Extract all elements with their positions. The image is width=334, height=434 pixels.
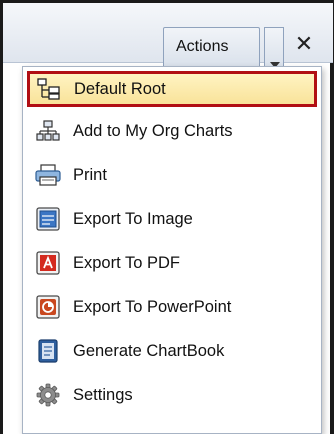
menu-item-label: Add to My Org Charts	[73, 121, 233, 140]
menu-item-export-to-image[interactable]: Export To Image	[29, 201, 315, 237]
org-tree-icon	[36, 77, 62, 101]
menu-item-label: Export To PowerPoint	[73, 297, 232, 316]
menu-item-settings[interactable]: Settings	[29, 377, 315, 413]
actions-dropdown-arrow[interactable]	[264, 27, 284, 71]
menu-item-label: Settings	[73, 385, 133, 404]
image-export-icon	[35, 207, 61, 231]
close-icon[interactable]: ✕	[293, 33, 315, 55]
menu-item-print[interactable]: Print	[29, 157, 315, 193]
org-chart-add-icon	[35, 119, 61, 143]
menu-item-export-to-pdf[interactable]: Export To PDF	[29, 245, 315, 281]
menu-item-default-root[interactable]: Default Root	[27, 71, 317, 107]
chartbook-icon	[35, 339, 61, 363]
actions-button-label: Actions	[176, 38, 229, 55]
menu-item-label: Generate ChartBook	[73, 341, 225, 360]
menu-item-label: Print	[73, 165, 107, 184]
pdf-icon	[35, 251, 61, 275]
menu-item-add-to-my-org-charts[interactable]: Add to My Org Charts	[29, 113, 315, 149]
menu-item-generate-chartbook[interactable]: Generate ChartBook	[29, 333, 315, 369]
menu-item-label: Export To Image	[73, 209, 193, 228]
actions-menu: Default Root Add to My Org Charts Print …	[22, 66, 322, 434]
menu-item-label: Default Root	[74, 79, 166, 98]
powerpoint-icon	[35, 295, 61, 319]
menu-item-label: Export To PDF	[73, 253, 180, 272]
gear-icon	[35, 383, 61, 407]
toolbar: Actions ✕	[3, 3, 333, 71]
printer-icon	[35, 163, 61, 187]
actions-button[interactable]: Actions	[163, 27, 260, 71]
menu-item-export-to-powerpoint[interactable]: Export To PowerPoint	[29, 289, 315, 325]
